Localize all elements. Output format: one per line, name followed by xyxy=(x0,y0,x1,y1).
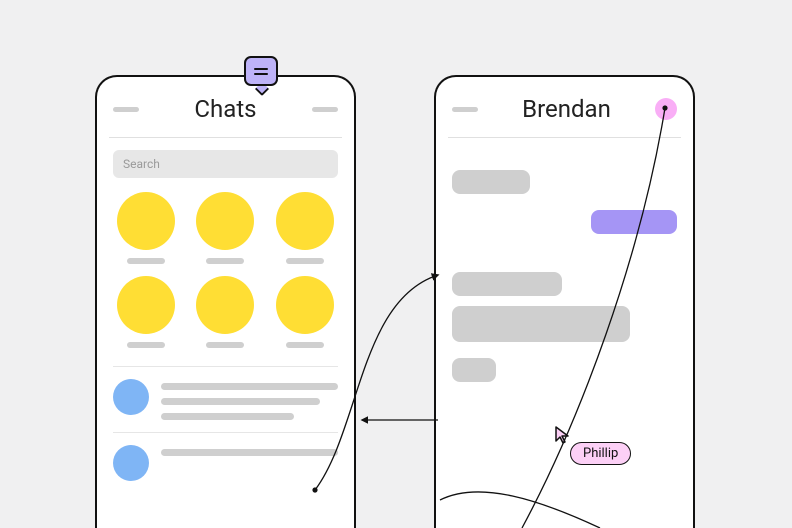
divider xyxy=(448,137,681,138)
avatar-label xyxy=(127,258,165,264)
text-line xyxy=(161,398,320,405)
collaborator-tag: Phillip xyxy=(570,442,631,465)
chats-screen: Chats Search xyxy=(95,75,356,528)
conversation-title: Brendan xyxy=(522,95,611,123)
header-dash-left xyxy=(113,107,139,112)
chat-list xyxy=(113,366,338,493)
chat-bubble-icon xyxy=(244,56,278,86)
message-bubble xyxy=(452,358,496,382)
favorite-item[interactable] xyxy=(193,192,259,264)
text-line xyxy=(161,449,338,456)
favorites-grid xyxy=(113,192,338,348)
divider xyxy=(109,137,342,138)
chat-avatar-icon xyxy=(113,445,149,481)
header-dash-right xyxy=(312,107,338,112)
chat-list-item[interactable] xyxy=(113,366,338,432)
favorite-item[interactable] xyxy=(272,276,338,348)
cursor-icon xyxy=(554,425,572,445)
message-bubble xyxy=(591,210,677,234)
avatar-label xyxy=(206,258,244,264)
message-incoming xyxy=(452,272,677,296)
message-bubble xyxy=(452,170,530,194)
message-list xyxy=(452,150,677,382)
avatar-icon xyxy=(117,192,175,250)
status-dot-icon xyxy=(655,98,677,120)
header-dash-left xyxy=(452,107,478,112)
message-outgoing xyxy=(452,210,677,234)
chat-preview xyxy=(161,445,338,456)
favorite-item[interactable] xyxy=(113,276,179,348)
avatar-icon xyxy=(276,192,334,250)
message-incoming xyxy=(452,170,677,194)
search-placeholder: Search xyxy=(123,157,160,171)
message-incoming xyxy=(452,306,677,342)
text-line xyxy=(161,413,294,420)
collaborator-name: Phillip xyxy=(583,446,618,461)
conversation-screen: Brendan xyxy=(434,75,695,528)
avatar-icon xyxy=(276,276,334,334)
favorite-item[interactable] xyxy=(272,192,338,264)
chats-title: Chats xyxy=(194,95,256,123)
search-input[interactable]: Search xyxy=(113,150,338,178)
message-bubble xyxy=(452,272,562,296)
chat-list-item[interactable] xyxy=(113,432,338,493)
avatar-icon xyxy=(196,276,254,334)
avatar-label xyxy=(286,342,324,348)
avatar-label xyxy=(127,342,165,348)
avatar-icon xyxy=(117,276,175,334)
text-line xyxy=(161,383,338,390)
message-bubble xyxy=(452,306,630,342)
chat-avatar-icon xyxy=(113,379,149,415)
chats-header: Chats xyxy=(113,95,338,131)
favorite-item[interactable] xyxy=(113,192,179,264)
avatar-icon xyxy=(196,192,254,250)
favorite-item[interactable] xyxy=(193,276,259,348)
message-incoming xyxy=(452,358,677,382)
chat-preview xyxy=(161,379,338,420)
avatar-label xyxy=(286,258,324,264)
avatar-label xyxy=(206,342,244,348)
conversation-header: Brendan xyxy=(452,95,677,131)
